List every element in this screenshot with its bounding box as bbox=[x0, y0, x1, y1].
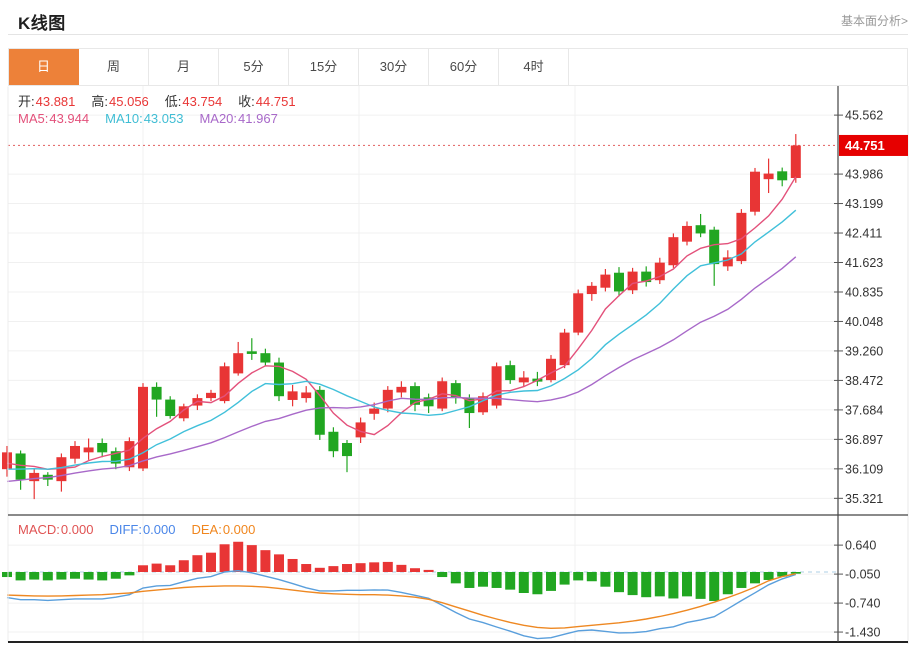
chart-area: 45.562 43.986 43.199 42.411 41.623 40.835 40.0… bbox=[0, 86, 916, 646]
macd-axis-tick-1: -0.050 bbox=[845, 568, 880, 582]
main-axis-tick-8: 38.472 bbox=[845, 374, 883, 388]
tab-5分[interactable]: 5分 bbox=[219, 49, 289, 85]
main-axis-tick-9: 37.684 bbox=[845, 403, 883, 417]
main-axis-tick-6: 40.048 bbox=[845, 315, 883, 329]
ma5-line bbox=[6, 176, 797, 471]
ma-lines-layer bbox=[6, 176, 797, 483]
main-axis-tick-1: 43.986 bbox=[845, 168, 883, 182]
main-axis-tick-12: 35.321 bbox=[845, 492, 883, 506]
tab-4时[interactable]: 4时 bbox=[499, 49, 569, 85]
main-axis-tick-3: 42.411 bbox=[845, 227, 882, 241]
tab-15分[interactable]: 15分 bbox=[289, 49, 359, 85]
grid-layer bbox=[8, 86, 838, 642]
fundamental-analysis-link[interactable]: 基本面分析> bbox=[841, 9, 908, 29]
macd-layer bbox=[2, 541, 801, 640]
kline-widget: K线图 基本面分析> 日周月 5分 15分 30分 60分 4时 45.562 43.986… bbox=[0, 0, 916, 648]
main-axis-tick-10: 36.897 bbox=[845, 433, 883, 447]
main-axis-tick-7: 39.260 bbox=[845, 344, 883, 358]
candles-layer bbox=[2, 134, 801, 500]
tab-60分[interactable]: 60分 bbox=[429, 49, 499, 85]
main-axis-tick-4: 41.623 bbox=[845, 256, 883, 270]
tab-月[interactable]: 月 bbox=[149, 49, 219, 85]
main-axis-tick-5: 40.835 bbox=[845, 285, 883, 299]
main-axis-tick-11: 36.109 bbox=[845, 462, 883, 476]
tab-周[interactable]: 周 bbox=[79, 49, 149, 85]
timeframe-tabs: 日周月 5分 15分 30分 60分 4时 bbox=[8, 48, 908, 86]
macd-axis-tick-3: -1.430 bbox=[845, 626, 880, 640]
current-price-label: 44.751 bbox=[845, 138, 885, 153]
macd-axis-tick-2: -0.740 bbox=[845, 597, 880, 611]
main-axis-tick-2: 43.199 bbox=[845, 197, 883, 211]
header: K线图 基本面分析> bbox=[8, 0, 908, 35]
macd-axis-tick-0: 0.640 bbox=[845, 539, 876, 553]
main-axis-tick-0: 45.562 bbox=[845, 109, 883, 123]
page-title: K线图 bbox=[18, 14, 66, 33]
tab-30分[interactable]: 30分 bbox=[359, 49, 429, 85]
kline-chart-canvas[interactable]: 45.562 43.986 43.199 42.411 41.623 40.835 40.0… bbox=[0, 86, 916, 646]
tab-日[interactable]: 日 bbox=[9, 49, 79, 85]
